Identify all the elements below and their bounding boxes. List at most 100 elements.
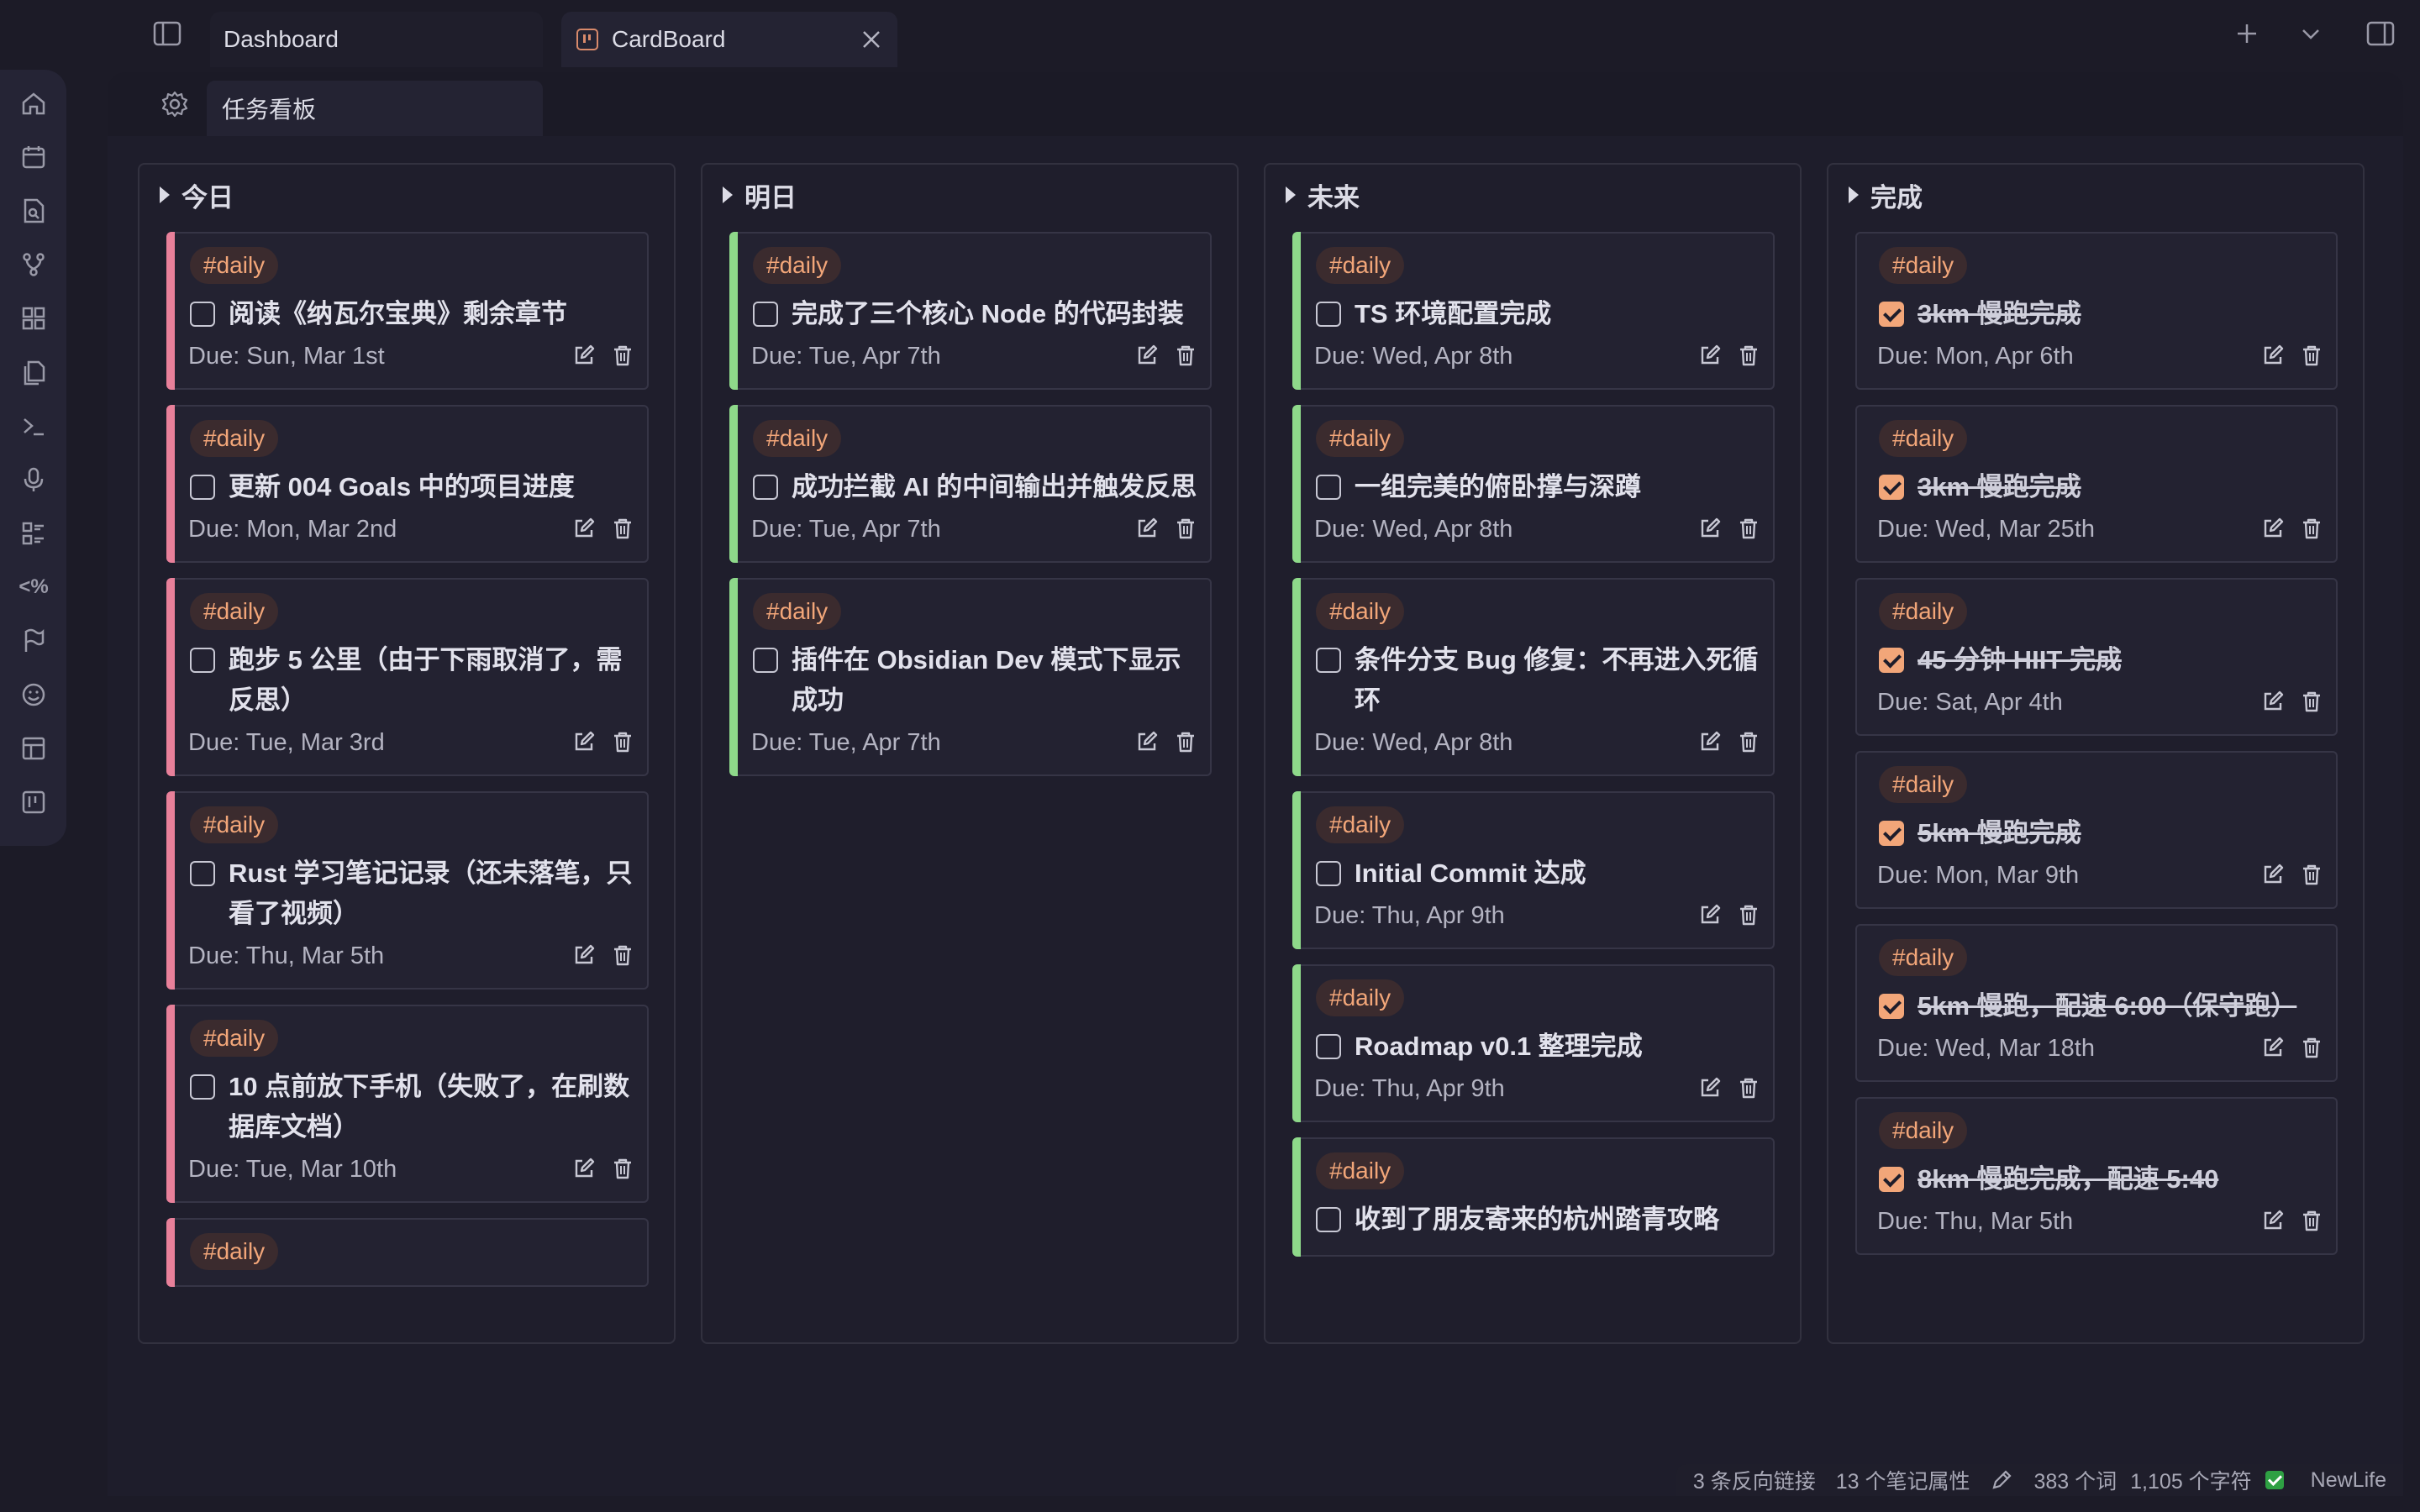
task-checkbox[interactable] xyxy=(1316,1034,1341,1059)
task-checkbox[interactable] xyxy=(190,302,215,327)
trash-icon[interactable] xyxy=(610,1156,635,1181)
task-checkbox[interactable] xyxy=(1316,1207,1341,1232)
tag-badge[interactable]: #daily xyxy=(1879,247,1968,284)
task-card[interactable]: #daily TS 环境配置完成 Due: Wed, Apr 8th xyxy=(1292,232,1775,390)
task-card[interactable]: #daily 10 点前放下手机（失败了，在刷数据库文档） Due: Tue, Ma… xyxy=(166,1005,649,1203)
tab-task-board[interactable]: 任务看板 xyxy=(207,81,543,136)
template-icon[interactable]: <% xyxy=(18,572,49,602)
gear-icon[interactable] xyxy=(160,89,190,119)
layout-icon[interactable] xyxy=(18,733,49,764)
tag-badge[interactable]: #daily xyxy=(1879,939,1968,976)
newlife-plugin-status[interactable]: NewLife xyxy=(2265,1468,2386,1493)
edit-icon[interactable] xyxy=(2260,343,2286,368)
toggle-left-sidebar-icon[interactable] xyxy=(151,18,183,49)
edit-icon[interactable] xyxy=(1134,729,1160,754)
flag-icon[interactable] xyxy=(18,626,49,656)
task-card[interactable]: #daily Roadmap v0.1 整理完成 Due: Thu, Apr 9th xyxy=(1292,964,1775,1122)
edit-icon[interactable] xyxy=(2260,516,2286,541)
trash-icon[interactable] xyxy=(1736,343,1761,368)
tag-badge[interactable]: #daily xyxy=(190,593,279,630)
task-card[interactable]: #daily 跑步 5 公里（由于下雨取消了，需反思） Due: Tue, Mar … xyxy=(166,578,649,776)
trash-icon[interactable] xyxy=(2299,1208,2324,1233)
edit-icon[interactable] xyxy=(2260,862,2286,887)
task-card[interactable]: #daily 5km 慢跑，配速 6:00（保守跑） Due: Wed, Mar 1… xyxy=(1855,924,2338,1082)
caret-right-icon[interactable] xyxy=(1849,186,1859,203)
microphone-icon[interactable] xyxy=(18,465,49,495)
toggle-right-sidebar-icon[interactable] xyxy=(2365,18,2396,49)
task-checkbox[interactable] xyxy=(1879,475,1904,500)
edit-icon[interactable] xyxy=(2260,1035,2286,1060)
blocks-icon[interactable] xyxy=(18,303,49,333)
edit-icon[interactable] xyxy=(2260,1208,2286,1233)
tab-cardboard[interactable]: CardBoard xyxy=(561,12,897,67)
task-checkbox[interactable] xyxy=(1879,994,1904,1019)
chevron-down-icon[interactable] xyxy=(2296,18,2326,49)
edit-icon[interactable] xyxy=(1134,516,1160,541)
trash-icon[interactable] xyxy=(1173,343,1198,368)
trash-icon[interactable] xyxy=(610,516,635,541)
task-checkbox[interactable] xyxy=(1316,302,1341,327)
close-icon[interactable] xyxy=(860,29,882,50)
edit-icon[interactable] xyxy=(571,729,597,754)
task-checkbox[interactable] xyxy=(190,861,215,886)
task-card[interactable]: #daily 更新 004 Goals 中的项目进度 Due: Mon, Mar 2… xyxy=(166,405,649,563)
trash-icon[interactable] xyxy=(1173,516,1198,541)
caret-right-icon[interactable] xyxy=(723,186,733,203)
tag-badge[interactable]: #daily xyxy=(1879,593,1968,630)
edit-icon[interactable] xyxy=(2260,689,2286,714)
task-card[interactable]: #daily Rust 学习笔记记录（还未落笔，只看了视频） Due: Thu, M… xyxy=(166,791,649,990)
trash-icon[interactable] xyxy=(610,942,635,968)
task-checkbox[interactable] xyxy=(753,648,778,673)
caret-right-icon[interactable] xyxy=(1286,186,1296,203)
task-card[interactable]: #daily 8km 慢跑完成，配速 5:40 Due: Thu, Mar 5th xyxy=(1855,1097,2338,1255)
task-card[interactable]: #daily 3km 慢跑完成 Due: Mon, Apr 6th xyxy=(1855,232,2338,390)
tag-badge[interactable]: #daily xyxy=(190,1233,279,1270)
file-search-icon[interactable] xyxy=(18,196,49,226)
edit-icon[interactable] xyxy=(1697,1075,1723,1100)
task-checkbox[interactable] xyxy=(1879,302,1904,327)
tag-badge[interactable]: #daily xyxy=(753,247,842,284)
trash-icon[interactable] xyxy=(2299,862,2324,887)
task-card[interactable]: #daily 3km 慢跑完成 Due: Wed, Mar 25th xyxy=(1855,405,2338,563)
trash-icon[interactable] xyxy=(1736,1075,1761,1100)
trash-icon[interactable] xyxy=(2299,689,2324,714)
backlinks-count[interactable]: 3 条反向链接 xyxy=(1693,1465,1816,1495)
trash-icon[interactable] xyxy=(1736,729,1761,754)
list-icon[interactable] xyxy=(18,518,49,549)
column-header[interactable]: 完成 xyxy=(1849,178,1923,213)
edit-icon[interactable] xyxy=(1697,516,1723,541)
task-card[interactable]: #daily 成功拦截 AI 的中间输出并触发反思 Due: Tue, Apr 7t… xyxy=(729,405,1212,563)
edit-icon[interactable] xyxy=(1134,343,1160,368)
home-icon[interactable] xyxy=(18,88,49,118)
task-card[interactable]: #daily Initial Commit 达成 Due: Thu, Apr 9th xyxy=(1292,791,1775,949)
files-icon[interactable] xyxy=(18,357,49,387)
edit-icon[interactable] xyxy=(1697,343,1723,368)
trash-icon[interactable] xyxy=(1736,902,1761,927)
tab-dashboard[interactable]: Dashboard xyxy=(210,12,543,67)
edit-icon[interactable] xyxy=(571,343,597,368)
column-header[interactable]: 今日 xyxy=(160,178,234,213)
trash-icon[interactable] xyxy=(610,729,635,754)
kanban-icon[interactable] xyxy=(18,787,49,817)
task-checkbox[interactable] xyxy=(753,302,778,327)
task-card[interactable]: #daily 45 分钟 HIIT 完成 Due: Sat, Apr 4th xyxy=(1855,578,2338,736)
tag-badge[interactable]: #daily xyxy=(190,806,279,843)
trash-icon[interactable] xyxy=(2299,343,2324,368)
graph-icon[interactable] xyxy=(18,249,49,280)
terminal-icon[interactable] xyxy=(18,411,49,441)
task-checkbox[interactable] xyxy=(1879,821,1904,846)
task-card[interactable]: #daily 5km 慢跑完成 Due: Mon, Mar 9th xyxy=(1855,751,2338,909)
edit-icon[interactable] xyxy=(1697,729,1723,754)
trash-icon[interactable] xyxy=(610,343,635,368)
task-checkbox[interactable] xyxy=(1879,1167,1904,1192)
tag-badge[interactable]: #daily xyxy=(1316,1152,1405,1189)
task-card[interactable]: #daily 插件在 Obsidian Dev 模式下显示成功 Due: Tue, … xyxy=(729,578,1212,776)
tag-badge[interactable]: #daily xyxy=(1316,247,1405,284)
task-card[interactable]: #daily 条件分支 Bug 修复：不再进入死循环 Due: Wed, Apr 8… xyxy=(1292,578,1775,776)
tag-badge[interactable]: #daily xyxy=(1316,979,1405,1016)
task-checkbox[interactable] xyxy=(1316,648,1341,673)
new-tab-icon[interactable] xyxy=(2232,18,2262,49)
task-checkbox[interactable] xyxy=(1316,861,1341,886)
trash-icon[interactable] xyxy=(2299,1035,2324,1060)
calendar-icon[interactable] xyxy=(18,142,49,172)
